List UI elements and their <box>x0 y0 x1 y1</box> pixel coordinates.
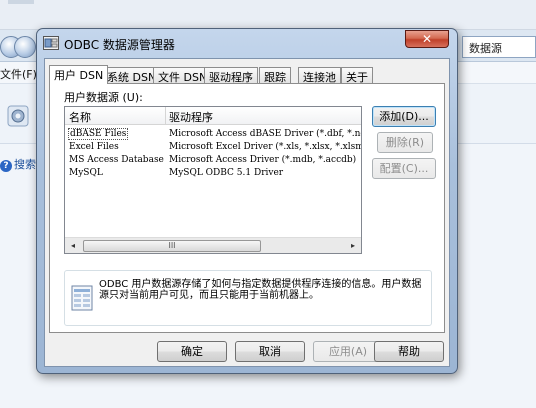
control-panel-icon <box>7 105 29 127</box>
list-item-driver: Microsoft Access Driver (*.mdb, *.accdb) <box>169 155 357 165</box>
list-item[interactable]: MS Access Database Microsoft Access Driv… <box>65 155 361 168</box>
apply-button[interactable]: 应用(A) <box>313 341 383 362</box>
list-item-driver: Microsoft Excel Driver (*.xls, *.xlsx, *… <box>169 142 362 152</box>
list-item-driver: MySQL ODBC 5.1 Driver <box>169 168 284 178</box>
configure-button[interactable]: 配置(C)... <box>372 158 436 179</box>
info-description: ODBC 用户数据源存储了如何与指定数据提供程序连接的信息。用户数据源只对当前用… <box>99 279 422 301</box>
list-item-name: MySQL <box>69 168 103 178</box>
odbc-app-icon <box>43 36 59 50</box>
list-header: 名称 驱动程序 <box>65 107 361 125</box>
odbc-dialog: ODBC 数据源管理器 ✕ 用户 DSN 系统 DSN 文件 DSN 驱动程序 … <box>36 28 458 374</box>
list-item[interactable]: MySQL MySQL ODBC 5.1 Driver <box>65 168 361 181</box>
tab-user-dsn[interactable]: 用户 DSN <box>49 65 109 84</box>
background-search-box[interactable]: 数据源 <box>462 36 536 58</box>
column-header-name[interactable]: 名称 <box>69 109 91 125</box>
list-item[interactable]: dBASE Files Microsoft Access dBASE Drive… <box>65 128 362 142</box>
list-item-name: MS Access Database <box>69 155 164 165</box>
list-item-name: Excel Files <box>69 142 119 152</box>
dialog-titlebar[interactable]: ODBC 数据源管理器 ✕ <box>37 29 457 57</box>
user-data-sources-label: 用户数据源 (U): <box>64 91 143 104</box>
tab-drivers[interactable]: 驱动程序 <box>204 67 258 84</box>
data-source-list[interactable]: 名称 驱动程序 dBASE Files Microsoft Access dBA… <box>64 106 362 254</box>
add-button[interactable]: 添加(D)... <box>372 106 436 127</box>
tab-connection-pooling[interactable]: 连接池 <box>298 67 341 84</box>
menu-file[interactable]: 文件(F) <box>0 66 37 82</box>
horizontal-scrollbar[interactable]: ◂ III ▸ <box>65 237 361 253</box>
remove-button[interactable]: 删除(R) <box>377 132 433 153</box>
data-source-info-icon <box>71 285 93 311</box>
forward-button[interactable] <box>14 36 36 58</box>
column-header-driver[interactable]: 驱动程序 <box>169 109 213 125</box>
cancel-button[interactable]: 取消 <box>235 341 305 362</box>
dialog-title: ODBC 数据源管理器 <box>64 38 175 52</box>
user-dsn-panel: 用户数据源 (U): 名称 驱动程序 dBASE Files Microsoft… <box>49 83 445 333</box>
close-icon: ✕ <box>421 32 433 46</box>
ok-button[interactable]: 确定 <box>157 341 227 362</box>
scroll-right-arrow-icon[interactable]: ▸ <box>345 238 361 253</box>
dialog-client-area: 用户 DSN 系统 DSN 文件 DSN 驱动程序 跟踪 连接池 关于 用户数据… <box>44 58 450 367</box>
info-group: ODBC 用户数据源存储了如何与指定数据提供程序连接的信息。用户数据源只对当前用… <box>64 270 432 326</box>
help-icon: ? <box>0 160 12 172</box>
scroll-left-arrow-icon[interactable]: ◂ <box>65 238 81 253</box>
close-button[interactable]: ✕ <box>405 30 449 48</box>
help-button[interactable]: 帮助 <box>374 341 444 362</box>
background-title-strip <box>0 0 536 30</box>
scrollbar-thumb[interactable]: III <box>83 240 261 252</box>
list-item-driver: Microsoft Access dBASE Driver (*.dbf, *.… <box>169 129 362 139</box>
list-item[interactable]: Excel Files Microsoft Excel Driver (*.xl… <box>65 142 361 155</box>
list-item-name: dBASE Files <box>67 128 129 140</box>
help-search-link[interactable]: ? 搜索 <box>0 156 36 172</box>
tab-about[interactable]: 关于 <box>341 67 373 84</box>
tab-tracing[interactable]: 跟踪 <box>259 67 291 84</box>
